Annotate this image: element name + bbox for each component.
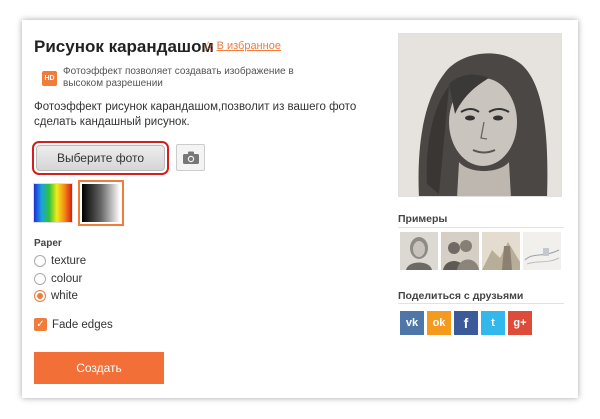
- example-image: [400, 232, 438, 270]
- vk-share-button[interactable]: vk: [400, 311, 424, 335]
- bw-swatch[interactable]: [78, 180, 124, 226]
- fade-edges-checkbox[interactable]: ✓: [34, 318, 47, 331]
- effect-description: Фотоэффект рисунок карандашом,позволит и…: [34, 101, 357, 128]
- radio-button[interactable]: [34, 255, 46, 267]
- radio-button[interactable]: [34, 290, 46, 302]
- choose-photo-button[interactable]: Выберите фото: [36, 145, 165, 171]
- paper-option-colour[interactable]: colour: [34, 273, 82, 285]
- page-title: Рисунок карандашом: [34, 37, 214, 56]
- example-thumbnail[interactable]: [400, 232, 438, 270]
- hd-icon: HD: [42, 71, 57, 86]
- paper-option-label: white: [51, 290, 78, 302]
- choose-photo-highlight: Выберите фото: [32, 141, 169, 175]
- favorites-label: В избранное: [216, 40, 281, 52]
- fade-edges-option[interactable]: ✓ Fade edges: [34, 318, 113, 331]
- example-image: [441, 232, 479, 270]
- paper-option-white[interactable]: white: [34, 290, 78, 302]
- paper-option-label: texture: [51, 255, 87, 267]
- odnoklassniki-icon: ok: [432, 317, 446, 329]
- vk-icon: vk: [405, 317, 419, 329]
- odnoklassniki-share-button[interactable]: ok: [427, 311, 451, 335]
- hd-notice: HD Фотоэффект позволяет создавать изобра…: [42, 66, 312, 90]
- paper-option-texture[interactable]: texture: [34, 255, 86, 267]
- add-to-favorites-link[interactable]: ☆ В избранное: [202, 39, 281, 53]
- example-thumbnail[interactable]: [523, 232, 561, 270]
- paper-option-label: colour: [51, 273, 83, 285]
- fade-edges-label: Fade edges: [52, 318, 113, 331]
- facebook-share-button[interactable]: f: [454, 311, 478, 335]
- radio-button[interactable]: [34, 273, 46, 285]
- example-image: [482, 232, 520, 270]
- paper-label: Paper: [34, 238, 62, 249]
- color-swatch[interactable]: [33, 183, 73, 223]
- divider: [398, 303, 564, 304]
- example-thumbnail[interactable]: [441, 232, 479, 270]
- camera-icon: [182, 151, 199, 164]
- effect-card: Рисунок карандашом ☆ В избранное HD Фото…: [22, 20, 578, 398]
- facebook-icon: f: [463, 315, 469, 331]
- star-icon: ☆: [202, 38, 215, 54]
- preview-image: [398, 33, 562, 197]
- twitter-icon: t: [491, 317, 495, 329]
- pencil-portrait-image: [399, 34, 561, 196]
- examples-label: Примеры: [398, 213, 448, 225]
- camera-button[interactable]: [176, 144, 205, 171]
- google-plus-icon: g+: [513, 317, 527, 329]
- example-image: [523, 232, 561, 270]
- twitter-share-button[interactable]: t: [481, 311, 505, 335]
- create-button[interactable]: Создать: [34, 352, 164, 384]
- divider: [398, 227, 564, 228]
- share-label: Поделиться с друзьями: [398, 290, 524, 302]
- hd-notice-text: Фотоэффект позволяет создавать изображен…: [63, 66, 294, 89]
- example-thumbnail[interactable]: [482, 232, 520, 270]
- bw-swatch-gradient: [82, 184, 120, 222]
- google-plus-share-button[interactable]: g+: [508, 311, 532, 335]
